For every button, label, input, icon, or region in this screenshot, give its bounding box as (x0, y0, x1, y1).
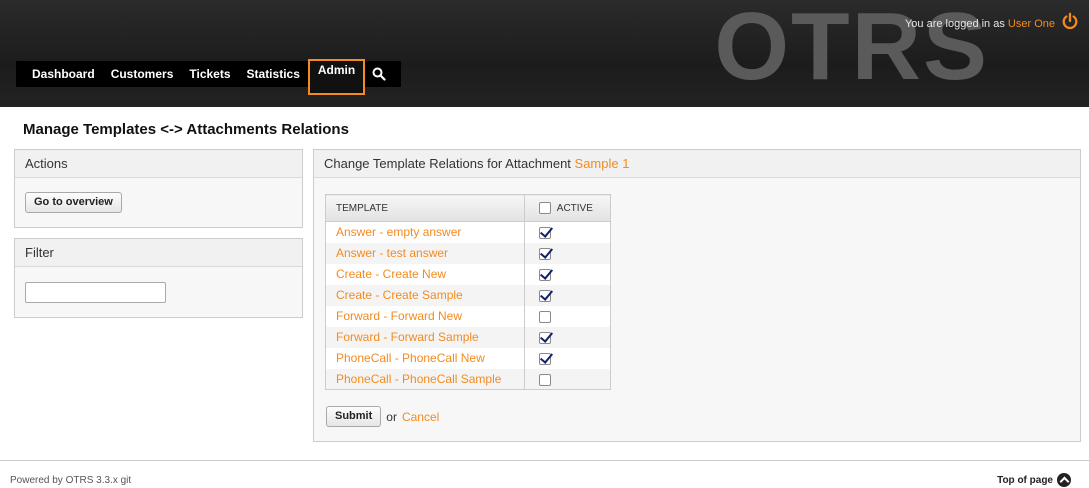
active-checkbox[interactable] (539, 247, 551, 260)
submit-button[interactable]: Submit (326, 406, 382, 427)
active-cell (524, 242, 611, 264)
logged-in-info: You are logged in as User One (905, 18, 1055, 30)
nav-tickets[interactable]: Tickets (181, 61, 238, 87)
attachment-link[interactable]: Sample 1 (575, 156, 630, 171)
table-row: PhoneCall - PhoneCall Sample (325, 368, 611, 390)
nav-customers[interactable]: Customers (103, 61, 182, 87)
nav-admin[interactable]: Admin (307, 59, 366, 95)
relations-panel: Change Template Relations for Attachment… (313, 149, 1081, 442)
arrow-up-icon[interactable] (1057, 473, 1071, 487)
active-cell (524, 305, 611, 327)
select-all-checkbox[interactable] (539, 202, 551, 214)
active-column-label: ACTIVE (556, 202, 593, 214)
relations-heading: Change Template Relations for Attachment… (314, 150, 1080, 178)
active-column-header: ACTIVE (524, 194, 611, 222)
active-checkbox[interactable] (539, 227, 551, 240)
relations-heading-label: Change Template Relations for Attachment (324, 156, 571, 171)
form-actions: Submit or Cancel (326, 406, 439, 427)
template-name-link[interactable]: Answer - empty answer (326, 222, 525, 243)
filter-box: Filter (14, 238, 303, 318)
filter-input[interactable] (25, 282, 166, 303)
active-checkbox[interactable] (539, 268, 551, 281)
template-name-link[interactable]: PhoneCall - PhoneCall Sample (325, 368, 525, 390)
table-row: Create - Create Sample (325, 284, 611, 306)
active-cell (524, 368, 611, 390)
active-cell (524, 221, 611, 243)
footer-divider (0, 460, 1089, 461)
actions-box: Actions Go to overview (14, 149, 303, 228)
header-bar: OTRS You are logged in as User One Dashb… (0, 0, 1089, 107)
nav-statistics[interactable]: Statistics (239, 61, 308, 87)
nav-dashboard[interactable]: Dashboard (24, 61, 103, 87)
logged-in-label: You are logged in as (904, 18, 1005, 30)
top-of-page-label[interactable]: Top of page (997, 475, 1053, 486)
table-row: Answer - test answer (325, 242, 611, 264)
go-to-overview-button[interactable]: Go to overview (25, 192, 122, 213)
table-row: Create - Create New (326, 263, 611, 285)
active-checkbox[interactable] (539, 352, 551, 365)
table-row: Forward - Forward New (326, 305, 611, 327)
template-name-link[interactable]: Create - Create New (326, 264, 525, 285)
active-cell (524, 284, 611, 306)
main-navigation: Dashboard Customers Tickets Statistics A… (16, 59, 402, 95)
active-checkbox[interactable] (539, 289, 551, 302)
template-name-link[interactable]: Forward - Forward Sample (325, 326, 525, 348)
active-cell (524, 347, 611, 369)
cancel-link[interactable]: Cancel (402, 410, 439, 424)
template-column-header: TEMPLATE (325, 194, 525, 222)
template-name-link[interactable]: Forward - Forward New (326, 306, 525, 327)
actions-heading: Actions (15, 150, 302, 178)
template-name-link[interactable]: Answer - test answer (325, 242, 525, 264)
filter-heading: Filter (15, 239, 302, 267)
relations-table: TEMPLATE ACTIVE Answer - empty answer Ans… (325, 194, 611, 390)
powered-by-text: Powered by OTRS 3.3.x git (10, 475, 132, 486)
page-title: Manage Templates <-> Attachments Relatio… (23, 121, 349, 138)
active-cell (524, 263, 611, 285)
search-icon[interactable] (365, 61, 393, 87)
power-logout-icon[interactable] (1061, 12, 1079, 30)
template-name-link[interactable]: PhoneCall - PhoneCall New (326, 348, 525, 369)
active-checkbox[interactable] (539, 331, 551, 344)
table-row: Forward - Forward Sample (325, 326, 611, 348)
active-checkbox[interactable] (539, 373, 551, 386)
active-cell (524, 326, 611, 348)
user-name-link[interactable]: User One (1008, 18, 1055, 30)
otrs-logo: OTRS (714, 0, 989, 100)
table-row: Answer - empty answer (326, 221, 611, 243)
active-checkbox[interactable] (539, 310, 551, 323)
table-row: PhoneCall - PhoneCall New (326, 347, 611, 369)
template-name-link[interactable]: Create - Create Sample (325, 284, 525, 306)
or-text: or (386, 409, 397, 424)
top-of-page-link[interactable]: Top of page (997, 473, 1071, 487)
